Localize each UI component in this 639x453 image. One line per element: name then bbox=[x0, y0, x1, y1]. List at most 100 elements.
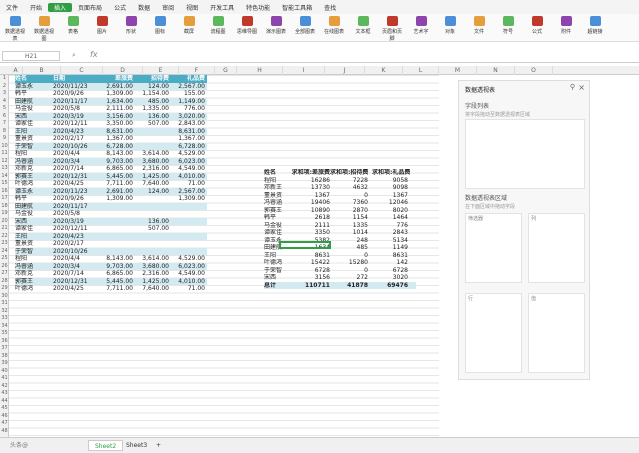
pivot-cell[interactable]: 142 bbox=[372, 259, 410, 267]
table-cell[interactable] bbox=[171, 240, 207, 248]
row-number[interactable]: 37 bbox=[0, 345, 9, 351]
ribbon-button[interactable]: 文件 bbox=[468, 16, 490, 35]
row-number[interactable]: 22 bbox=[0, 233, 9, 239]
table-cell[interactable]: 2020/12/11 bbox=[53, 225, 95, 233]
table-cell[interactable]: 2020/4/25 bbox=[53, 180, 95, 188]
table-cell[interactable]: 2020/5/8 bbox=[53, 105, 95, 113]
table-cell[interactable]: 1,309.00 bbox=[171, 195, 207, 203]
rows-area[interactable]: 行 bbox=[465, 293, 522, 373]
table-cell[interactable]: 71.00 bbox=[171, 180, 207, 188]
pivot-cell[interactable]: 2870 bbox=[330, 207, 370, 215]
add-sheet-icon[interactable]: + bbox=[150, 440, 167, 451]
table-cell[interactable] bbox=[135, 195, 171, 203]
table-cell[interactable]: 叶德鸿 bbox=[15, 180, 53, 188]
pivot-cell[interactable]: 15280 bbox=[330, 259, 370, 267]
menu-item[interactable]: 页面布局 bbox=[72, 3, 108, 12]
row-number[interactable]: 26 bbox=[0, 263, 9, 269]
table-cell[interactable] bbox=[95, 217, 135, 225]
pivot-cell[interactable]: 求和项:招待费 bbox=[330, 169, 370, 177]
table-cell[interactable] bbox=[135, 247, 171, 255]
table-cell[interactable]: 1,335.00 bbox=[135, 105, 171, 113]
column-header-cell[interactable]: L bbox=[403, 66, 439, 75]
row-number[interactable]: 42 bbox=[0, 383, 9, 389]
menu-item[interactable]: 开始 bbox=[24, 3, 48, 12]
table-cell[interactable] bbox=[95, 225, 135, 233]
pivot-cell[interactable]: 776 bbox=[372, 222, 410, 230]
table-cell[interactable]: 3,156.00 bbox=[95, 112, 135, 120]
table-cell[interactable]: 3,020.00 bbox=[171, 112, 207, 120]
sheet-grid[interactable]: 姓名 日期 差旅费 招待费 礼品费 谭玉永 2020/11/23 2,691.00 124.00… bbox=[9, 75, 439, 437]
table-cell[interactable]: 1,309.00 bbox=[95, 195, 135, 203]
table-cell[interactable]: 6,728.00 bbox=[171, 142, 207, 150]
table-cell[interactable]: 9,703.00 bbox=[95, 157, 135, 165]
row-number[interactable]: 21 bbox=[0, 225, 9, 231]
table-cell[interactable]: 程阳 bbox=[15, 255, 53, 263]
table-cell[interactable] bbox=[95, 232, 135, 240]
table-cell[interactable]: 2,567.00 bbox=[171, 187, 207, 195]
table-cell[interactable]: 马金役 bbox=[15, 210, 53, 218]
pivot-cell[interactable]: 1367 bbox=[290, 192, 332, 200]
table-cell[interactable]: 8,631.00 bbox=[171, 127, 207, 135]
table-cell[interactable]: 2020/5/8 bbox=[53, 210, 95, 218]
table-cell[interactable]: 2020/4/23 bbox=[53, 127, 95, 135]
column-header-cell[interactable]: N bbox=[477, 66, 515, 75]
field-list-box[interactable] bbox=[465, 119, 585, 189]
pivot-cell[interactable]: 7228 bbox=[330, 177, 370, 185]
pivot-cell[interactable]: 3156 bbox=[290, 274, 332, 282]
row-number[interactable]: 44 bbox=[0, 398, 9, 404]
ribbon-button[interactable]: 全部图表 bbox=[294, 16, 316, 35]
table-cell[interactable]: 宋西 bbox=[15, 112, 53, 120]
table-cell[interactable]: 王阳 bbox=[15, 127, 53, 135]
pivot-cell[interactable]: 5134 bbox=[372, 237, 410, 245]
row-number[interactable]: 39 bbox=[0, 360, 9, 366]
row-number[interactable]: 17 bbox=[0, 195, 9, 201]
table-cell[interactable] bbox=[135, 202, 171, 210]
close-icon[interactable]: × bbox=[578, 83, 585, 92]
table-cell[interactable]: 田建航 bbox=[15, 97, 53, 105]
pivot-cell[interactable]: 求和项:差旅费 bbox=[290, 169, 332, 177]
table-cell[interactable] bbox=[171, 247, 207, 255]
row-number[interactable]: 1 bbox=[0, 75, 9, 81]
table-cell[interactable]: 日期 bbox=[53, 75, 95, 83]
ribbon-button[interactable]: 公式 bbox=[526, 16, 548, 35]
table-cell[interactable]: 3,680.00 bbox=[135, 262, 171, 270]
table-cell[interactable]: 韩平 bbox=[15, 195, 53, 203]
pivot-cell[interactable]: 8631 bbox=[372, 252, 410, 260]
table-cell[interactable]: 宋西 bbox=[15, 217, 53, 225]
row-number[interactable]: 2 bbox=[0, 83, 9, 89]
ribbon-button[interactable]: 截屏 bbox=[178, 16, 200, 35]
row-number[interactable]: 24 bbox=[0, 248, 9, 254]
table-cell[interactable]: 董景资 bbox=[15, 240, 53, 248]
ribbon-button[interactable]: 演示图表 bbox=[265, 16, 287, 35]
table-cell[interactable]: 5,445.00 bbox=[95, 172, 135, 180]
ribbon-button[interactable]: 思维导图 bbox=[236, 16, 258, 35]
row-number[interactable]: 19 bbox=[0, 210, 9, 216]
row-number[interactable]: 20 bbox=[0, 218, 9, 224]
menu-item[interactable]: 审阅 bbox=[156, 3, 180, 12]
table-cell[interactable]: 2020/11/17 bbox=[53, 202, 95, 210]
column-header-cell[interactable]: C bbox=[61, 66, 103, 75]
values-area[interactable]: 值 bbox=[528, 293, 585, 373]
row-number[interactable]: 9 bbox=[0, 135, 9, 141]
table-cell[interactable]: 1,154.00 bbox=[135, 90, 171, 98]
table-cell[interactable]: 2020/3/4 bbox=[53, 157, 95, 165]
pivot-cell[interactable]: 8020 bbox=[372, 207, 410, 215]
menu-item[interactable]: 开发工具 bbox=[204, 3, 240, 12]
row-number[interactable]: 14 bbox=[0, 173, 9, 179]
table-cell[interactable]: 1,425.00 bbox=[135, 172, 171, 180]
table-cell[interactable]: 邓新克 bbox=[15, 165, 53, 173]
row-number[interactable]: 33 bbox=[0, 315, 9, 321]
pivot-cell[interactable]: 1367 bbox=[372, 192, 410, 200]
menu-item[interactable]: 视图 bbox=[180, 3, 204, 12]
row-number[interactable]: 5 bbox=[0, 105, 9, 111]
row-number[interactable]: 23 bbox=[0, 240, 9, 246]
table-cell[interactable]: 8,143.00 bbox=[95, 255, 135, 263]
table-cell[interactable]: 叶德鸿 bbox=[15, 285, 53, 293]
pivot-cell[interactable]: 1464 bbox=[372, 214, 410, 222]
table-cell[interactable]: 7,711.00 bbox=[95, 285, 135, 293]
ribbon-button[interactable]: 图片 bbox=[91, 16, 113, 35]
pivot-cell[interactable]: 3350 bbox=[290, 229, 332, 237]
table-cell[interactable] bbox=[95, 247, 135, 255]
ribbon-button[interactable]: 流程图 bbox=[207, 16, 229, 35]
row-number[interactable]: 35 bbox=[0, 330, 9, 336]
